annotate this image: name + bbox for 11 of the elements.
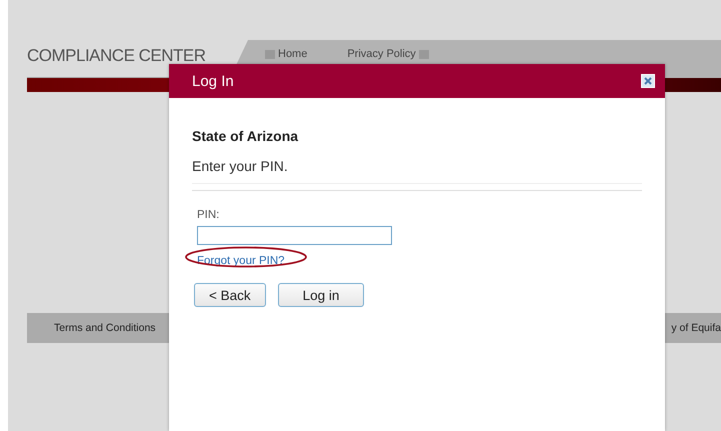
dialog-button[interactable]: < Back <box>194 283 266 307</box>
close-icon[interactable] <box>641 74 655 88</box>
dialog-heading: State of Arizona <box>192 128 300 144</box>
footer-link[interactable]: y of Equifa <box>671 322 721 334</box>
footer-link[interactable]: Terms and Conditions <box>54 322 156 334</box>
field-label: PIN: <box>197 209 220 221</box>
dialog-button[interactable]: Log in <box>278 283 364 307</box>
pin-field[interactable] <box>197 226 392 245</box>
nav-link[interactable]: Privacy Policy <box>347 48 416 60</box>
nav-link[interactable]: Home <box>278 48 308 60</box>
instruction-text: Enter your PIN. <box>192 158 642 184</box>
